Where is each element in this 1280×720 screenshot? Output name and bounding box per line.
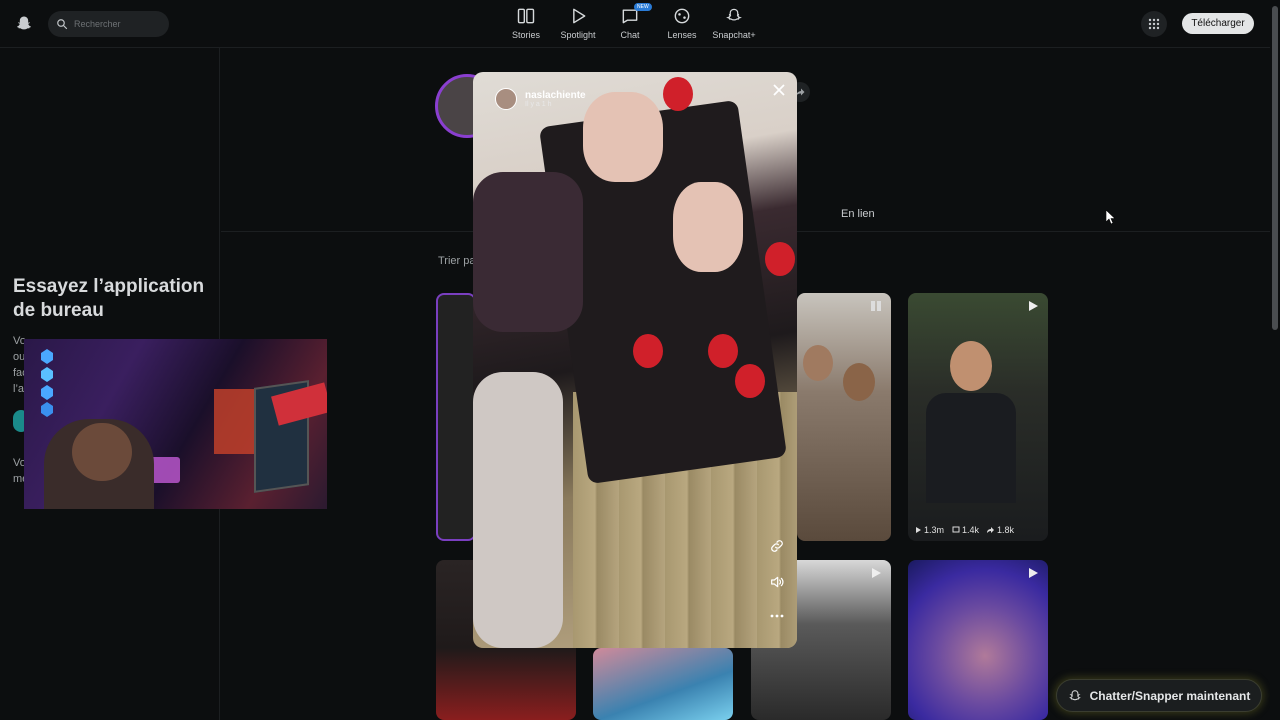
download-button[interactable]: Télécharger — [1182, 13, 1254, 34]
hand — [473, 372, 563, 648]
spotlight-thumb[interactable] — [593, 648, 733, 720]
tab-en-lien[interactable]: En lien — [841, 208, 875, 220]
lenses-icon — [674, 8, 690, 24]
person-face — [803, 345, 833, 381]
printed-face — [583, 92, 663, 182]
printed-face — [673, 182, 743, 272]
story-author-avatar[interactable] — [495, 88, 517, 110]
sort-label[interactable]: Trier pa — [438, 255, 476, 267]
story-username[interactable]: naslachiente — [525, 90, 586, 101]
promo-title: Essayez l’application de bureau — [13, 276, 205, 321]
main-nav: Stories Spotlight NEW Chat Lenses Snapch… — [500, 3, 760, 40]
nav-snapchat-plus-label: Snapchat+ — [712, 30, 756, 40]
chat-snap-now-button[interactable]: Chatter/Snapper maintenant — [1056, 679, 1262, 712]
share-small-icon — [987, 527, 995, 533]
more-icon[interactable] — [769, 608, 785, 624]
play-icon — [872, 568, 881, 578]
webcam-overlay — [24, 339, 327, 509]
nav-chat[interactable]: NEW Chat — [604, 3, 656, 40]
apps-grid-button[interactable] — [1141, 11, 1167, 37]
shares-count: 1.8k — [997, 525, 1015, 535]
nav-stories-label: Stories — [511, 30, 540, 40]
nav-spotlight-label: Spotlight — [560, 30, 596, 40]
spotlight-thumb[interactable] — [908, 560, 1048, 720]
comments-count: 1.4k — [962, 525, 980, 535]
nav-lenses[interactable]: Lenses — [656, 6, 708, 40]
search-input[interactable] — [74, 19, 154, 29]
comment-icon — [952, 526, 960, 533]
spotlight-thumb[interactable] — [797, 293, 891, 541]
heart-print — [633, 334, 663, 368]
person-face — [843, 363, 875, 401]
nav-stories[interactable]: Stories — [500, 6, 552, 40]
snapchat-plus-icon — [726, 8, 742, 21]
story-viewer[interactable]: naslachiente Il y a 1 h — [473, 72, 797, 648]
person-face — [950, 341, 992, 391]
streamer-head — [72, 423, 132, 481]
pc-case — [214, 389, 259, 454]
new-badge: NEW — [634, 3, 652, 11]
story-header: naslachiente Il y a 1 h — [495, 88, 586, 110]
chat-snap-now-label: Chatter/Snapper maintenant — [1089, 688, 1251, 703]
shares-stat: 1.8k — [987, 525, 1014, 535]
views-stat: 1.3m — [914, 525, 944, 535]
story-time: Il y a 1 h — [525, 101, 552, 108]
close-icon[interactable] — [771, 82, 787, 98]
snapchat-ghost-icon[interactable] — [14, 14, 34, 34]
play-icon — [1029, 301, 1038, 311]
snapchat-web-app: Stories Spotlight NEW Chat Lenses Snapch… — [0, 0, 1280, 720]
heart-print — [708, 334, 738, 368]
hair — [473, 172, 583, 332]
nav-chat-label: Chat — [620, 30, 640, 40]
stories-icon — [517, 8, 535, 24]
heart-print — [735, 364, 765, 398]
play-icon — [1029, 568, 1038, 578]
nav-lenses-label: Lenses — [667, 30, 697, 40]
search-icon — [57, 19, 68, 30]
story-author-info: naslachiente Il y a 1 h — [525, 90, 586, 108]
nav-snapchat-plus[interactable]: Snapchat+ — [708, 6, 760, 40]
link-icon[interactable] — [769, 538, 785, 554]
heart-print — [765, 242, 795, 276]
heart-print — [663, 77, 693, 111]
spotlight-thumb-selected[interactable] — [436, 293, 476, 541]
spotlight-thumb[interactable]: 1.3m 1.4k 1.8k — [908, 293, 1048, 541]
thumb-stats: 1.3m 1.4k 1.8k — [914, 525, 1014, 535]
top-bar: Stories Spotlight NEW Chat Lenses Snapch… — [0, 0, 1270, 48]
views-count: 1.3m — [924, 525, 945, 535]
mouse-cursor-icon — [1106, 210, 1115, 224]
comments-stat: 1.4k — [952, 525, 979, 535]
nav-spotlight[interactable]: Spotlight — [552, 6, 604, 40]
grid-icon — [1148, 18, 1160, 30]
views-icon — [916, 527, 921, 533]
scrollbar-thumb[interactable] — [1272, 6, 1278, 330]
volume-icon[interactable] — [769, 574, 785, 590]
spotlight-icon — [573, 8, 586, 24]
hexagon-lights — [41, 349, 53, 417]
person-shirt — [926, 393, 1016, 503]
ghost-icon — [1068, 689, 1081, 700]
multi-snap-icon — [871, 301, 881, 311]
search-bar[interactable] — [48, 11, 169, 37]
